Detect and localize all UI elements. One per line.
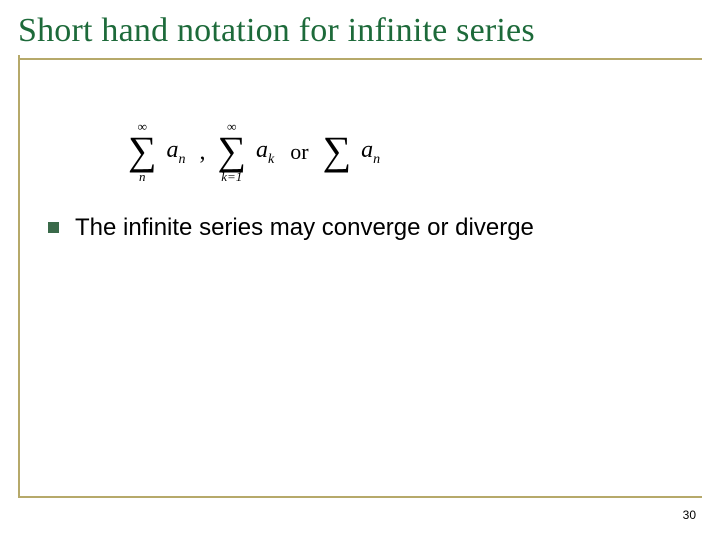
sigma-icon: ∑	[323, 134, 352, 168]
sum1-term-base: a	[167, 137, 179, 163]
sum2-lower: k=1	[221, 170, 242, 184]
page-number: 30	[683, 508, 696, 522]
sum1-term-sub: n	[179, 151, 186, 166]
or-text: or	[290, 139, 308, 165]
formula-area: ∞ ∑ n an , ∞ ∑ k=1 ak or ∑ an	[128, 120, 702, 184]
bullet-text: The infinite series may converge or dive…	[75, 214, 534, 242]
sum-block-3: ∑	[323, 120, 352, 184]
sum-block-1: ∞ ∑ n	[128, 120, 157, 184]
slide-title: Short hand notation for infinite series	[18, 10, 702, 56]
left-border	[18, 55, 20, 498]
separator-comma: ,	[200, 139, 206, 166]
sum2-term-sub: k	[268, 151, 274, 166]
sigma-icon: ∑	[218, 134, 247, 168]
sum3-term: an	[361, 137, 380, 168]
bullet-row: The infinite series may converge or dive…	[48, 214, 702, 242]
sum3-term-sub: n	[373, 151, 380, 166]
sum1-term: an	[167, 137, 186, 168]
sum-block-2: ∞ ∑ k=1	[218, 120, 247, 184]
slide: Short hand notation for infinite series …	[0, 0, 720, 540]
bullet-icon	[48, 222, 59, 233]
title-underline	[18, 58, 702, 60]
sigma-icon: ∑	[128, 134, 157, 168]
sum2-term-base: a	[256, 137, 268, 163]
bottom-border	[18, 496, 702, 498]
sum2-term: ak	[256, 137, 274, 168]
sum1-lower: n	[139, 170, 146, 184]
sum3-term-base: a	[361, 137, 373, 163]
